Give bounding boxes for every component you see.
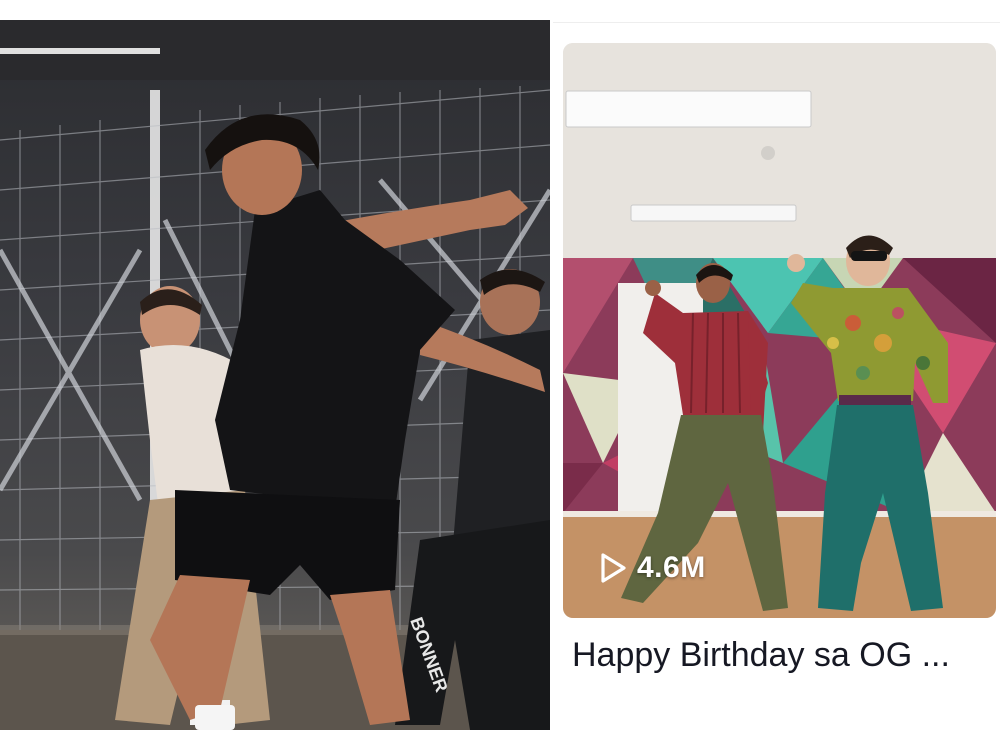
video-thumbnail — [563, 43, 996, 618]
video-title[interactable]: Happy Birthday sa OG ... — [572, 636, 992, 675]
video-card[interactable]: 4.6M — [563, 43, 996, 618]
play-icon — [599, 552, 627, 584]
view-count-label: 4.6M — [637, 551, 706, 584]
divider — [553, 22, 1000, 23]
view-count: 4.6M — [599, 551, 706, 585]
dance-photo: BONNER — [0, 20, 550, 730]
